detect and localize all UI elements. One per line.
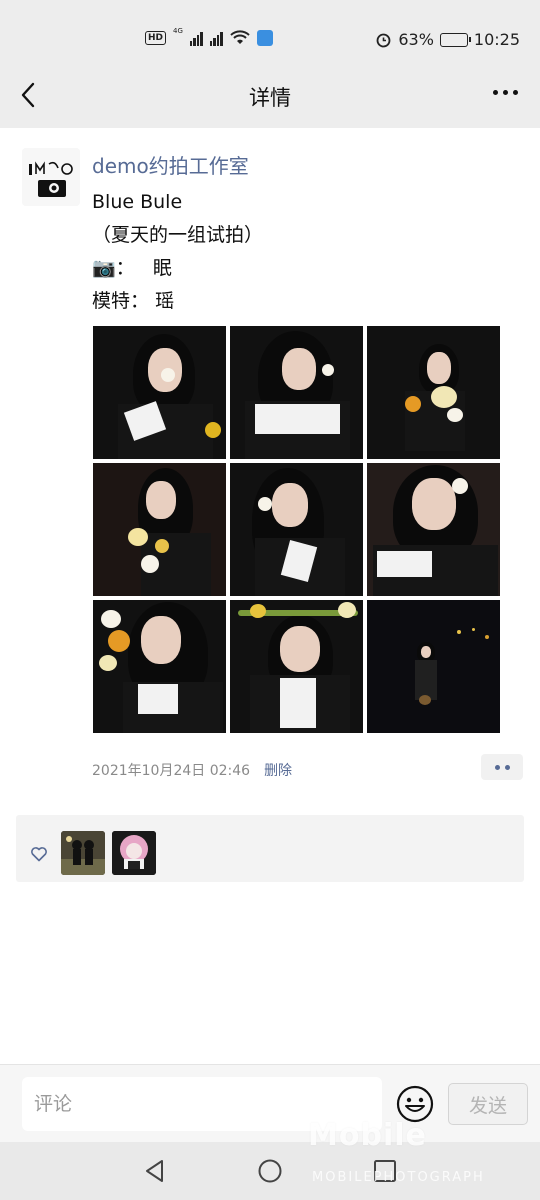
- clock: 10:25: [473, 30, 520, 49]
- photo-thumbnail[interactable]: [93, 326, 226, 459]
- signal-icon: [189, 30, 203, 46]
- photo-grid: [93, 326, 502, 733]
- comment-bar: 发送: [0, 1064, 540, 1142]
- hd-badge: HD: [145, 31, 167, 45]
- post-body: Blue Bule （夏天的一组试拍） 📷： 眠 模特： 瑶: [92, 186, 263, 318]
- studio-logo-icon: [22, 148, 80, 206]
- photo-thumbnail[interactable]: [93, 463, 226, 596]
- battery-percent: 63%: [398, 30, 434, 49]
- post-subtitle: （夏天的一组试拍）: [92, 224, 264, 246]
- camera-label: ：: [115, 257, 135, 279]
- comment-like-menu-button[interactable]: [481, 754, 523, 780]
- alarm-icon: [376, 33, 391, 48]
- model-label: 模特：: [92, 290, 150, 312]
- author-avatar[interactable]: [22, 148, 80, 206]
- camera-icon: 📷: [92, 257, 116, 279]
- post-title: Blue Bule: [92, 191, 183, 213]
- nav-bar: 详情: [0, 62, 540, 128]
- nav-back-icon[interactable]: [142, 1158, 168, 1184]
- camera-value: 眠: [152, 257, 172, 279]
- model-line: 模特： 瑶: [92, 285, 263, 318]
- more-options-icon[interactable]: [493, 90, 518, 95]
- camera-line: 📷： 眠: [92, 252, 263, 285]
- send-button[interactable]: 发送: [448, 1083, 528, 1125]
- heart-icon: [31, 847, 47, 862]
- signal-icon-2: [209, 30, 223, 46]
- photo-thumbnail[interactable]: [367, 600, 500, 733]
- delete-link[interactable]: 删除: [264, 760, 292, 780]
- watermark-subtitle: MOBILEPHOTOGRAPH: [312, 1170, 485, 1185]
- status-right: 63% 10:25: [375, 30, 520, 49]
- photo-thumbnail[interactable]: [93, 600, 226, 733]
- photo-thumbnail[interactable]: [230, 326, 363, 459]
- status-left: HD 4G: [145, 26, 273, 46]
- photo-thumbnail[interactable]: [367, 326, 500, 459]
- liker-avatar[interactable]: [61, 831, 105, 875]
- page-title: 详情: [249, 86, 291, 110]
- post-meta: 2021年10月24日 02:46 删除: [92, 760, 292, 780]
- post-timestamp: 2021年10月24日 02:46: [92, 763, 251, 779]
- status-bar: HD 4G 63% 10:25: [0, 0, 540, 62]
- watermark-logo: Mobile: [308, 1118, 427, 1153]
- model-value: 瑶: [155, 290, 175, 312]
- author-name[interactable]: demo约拍工作室: [92, 150, 249, 179]
- likes-panel: [16, 815, 524, 882]
- photo-thumbnail[interactable]: [230, 463, 363, 596]
- wifi-icon: [230, 30, 250, 44]
- battery-icon: [439, 32, 471, 47]
- photo-thumbnail[interactable]: [230, 600, 363, 733]
- network-type: 4G: [173, 26, 183, 35]
- hotspot-icon: [256, 30, 273, 46]
- photo-thumbnail[interactable]: [367, 463, 500, 596]
- nav-home-icon[interactable]: [257, 1158, 283, 1184]
- liker-avatar[interactable]: [112, 831, 156, 875]
